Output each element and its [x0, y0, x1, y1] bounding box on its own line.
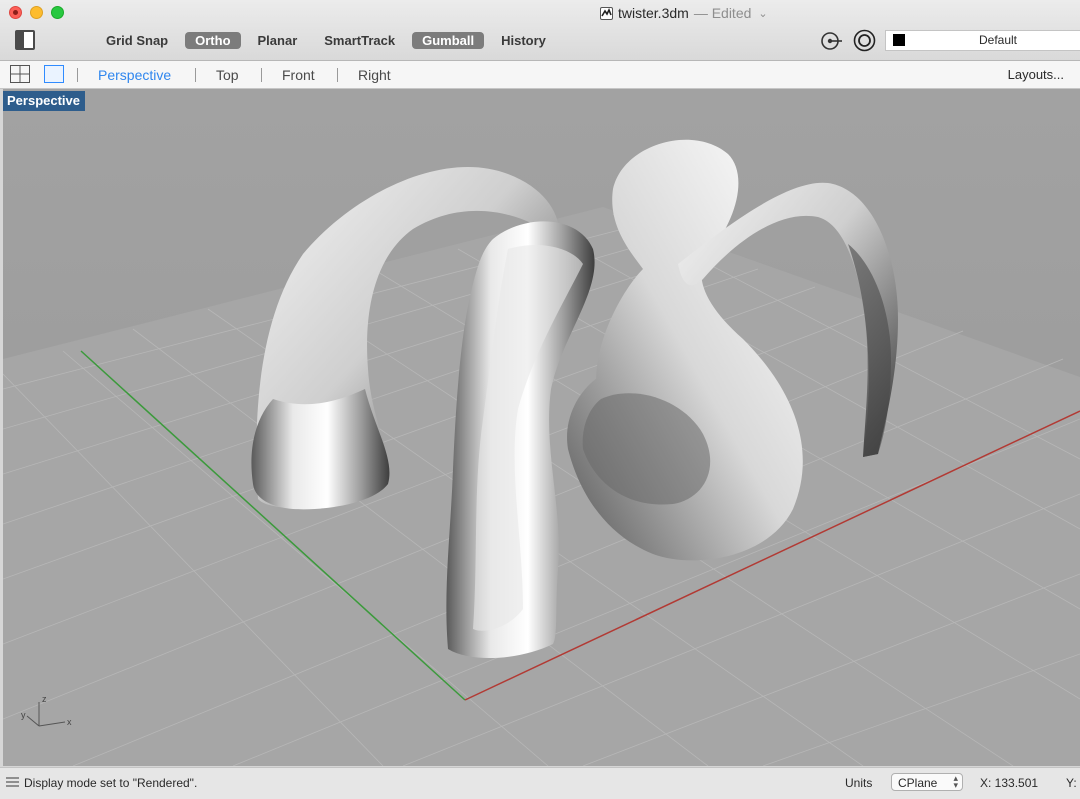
status-bar: Display mode set to "Rendered". Units CP…	[0, 767, 1080, 799]
x-coordinate-readout: X: 133.501	[980, 776, 1039, 790]
document-title[interactable]: twister.3dm — Edited ⌄	[600, 4, 768, 22]
title-toolbar: twister.3dm — Edited ⌄ Grid Snap Ortho P…	[0, 0, 1080, 61]
close-button[interactable]	[9, 6, 22, 19]
history-toggle[interactable]: History	[491, 32, 556, 49]
tab-right[interactable]: Right	[358, 67, 391, 83]
cplane-selector[interactable]: CPlane ▴ ▾	[891, 773, 963, 791]
axis-z-label: z	[42, 694, 47, 704]
document-name: twister.3dm	[618, 5, 689, 21]
y-coordinate-readout: Y:	[1066, 776, 1077, 790]
tab-top[interactable]: Top	[216, 67, 239, 83]
gumball-icon[interactable]	[853, 29, 876, 52]
layouts-button[interactable]: Layouts...	[1008, 67, 1064, 82]
grid-snap-toggle[interactable]: Grid Snap	[96, 32, 178, 49]
command-history-icon[interactable]	[6, 777, 19, 787]
world-axes-icon: z y x	[21, 694, 72, 727]
smarttrack-toggle[interactable]: SmartTrack	[314, 32, 405, 49]
four-viewports-icon[interactable]	[10, 65, 30, 83]
status-message: Display mode set to "Rendered".	[24, 776, 198, 790]
single-viewport-icon[interactable]	[44, 65, 64, 83]
planar-toggle[interactable]: Planar	[248, 32, 308, 49]
rhino-document-icon	[600, 6, 613, 20]
perspective-viewport[interactable]: Perspective z y x	[3, 89, 1080, 766]
zoom-button[interactable]	[51, 6, 64, 19]
tab-divider	[337, 68, 338, 82]
tab-divider	[195, 68, 196, 82]
osnap-icon[interactable]	[820, 31, 842, 51]
cplane-label: CPlane	[898, 776, 938, 790]
chevron-down-icon: ⌄	[758, 7, 768, 20]
tab-divider	[261, 68, 262, 82]
tab-divider	[77, 68, 78, 82]
layer-name: Default	[978, 33, 1018, 47]
document-edited-status: — Edited	[693, 5, 752, 21]
axis-x-label: x	[67, 717, 72, 727]
gumball-toggle[interactable]: Gumball	[412, 32, 485, 49]
modeling-aids: Grid Snap Ortho Planar SmartTrack Gumbal…	[96, 32, 563, 49]
ortho-toggle[interactable]: Ortho	[185, 32, 241, 49]
axis-y-label: y	[21, 710, 26, 720]
window-controls	[9, 6, 64, 19]
units-button[interactable]: Units	[845, 776, 872, 790]
tab-front[interactable]: Front	[282, 67, 315, 83]
viewport-tab-bar: Perspective Top Front Right Layouts...	[0, 61, 1080, 89]
updown-chevron-icon: ▴ ▾	[953, 773, 958, 790]
viewport-title-label[interactable]: Perspective	[3, 91, 85, 111]
layer-color-swatch	[893, 34, 905, 46]
viewport-scene	[3, 89, 1080, 766]
minimize-button[interactable]	[30, 6, 43, 19]
current-layer-selector[interactable]: Default	[885, 30, 1080, 51]
rhino-window: twister.3dm — Edited ⌄ Grid Snap Ortho P…	[0, 0, 1080, 799]
sidebar-toggle-button[interactable]	[15, 30, 35, 50]
tab-perspective[interactable]: Perspective	[98, 67, 171, 83]
